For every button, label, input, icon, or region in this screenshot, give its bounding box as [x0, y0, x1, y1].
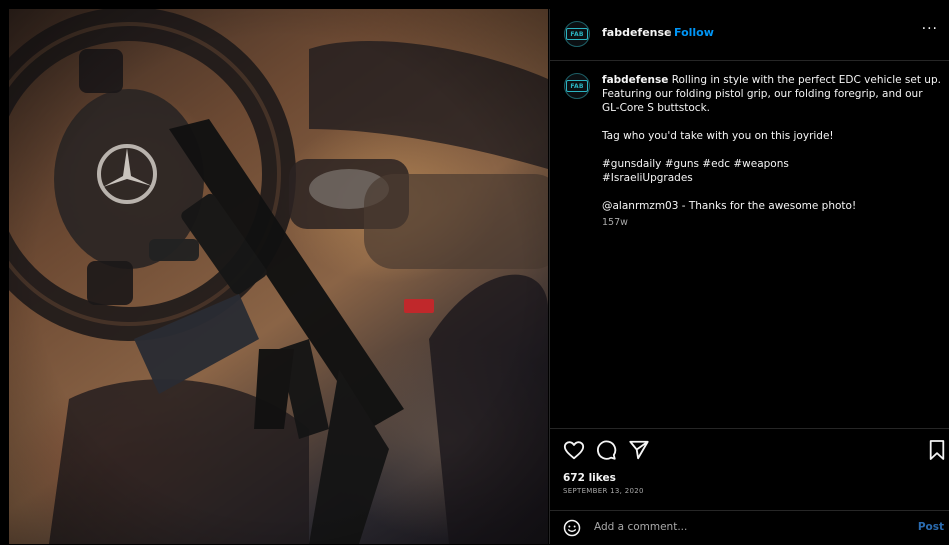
- share-icon[interactable]: [628, 439, 650, 465]
- post-photo[interactable]: [9, 9, 548, 544]
- post-comment-button[interactable]: Post: [918, 521, 944, 533]
- avatar[interactable]: FAB: [564, 21, 590, 47]
- caption-username[interactable]: fabdefense: [602, 74, 668, 86]
- post-dialog: FAB fabdefense • Follow ··· FAB fabdefen…: [0, 0, 949, 544]
- hashtags-line-2[interactable]: #IsraeliUpgrades: [602, 171, 942, 185]
- fab-logo: FAB: [566, 80, 588, 92]
- post-date[interactable]: SEPTEMBER 13, 2020: [563, 487, 644, 495]
- separator-dot: •: [666, 26, 673, 39]
- follow-button[interactable]: Follow: [674, 26, 714, 39]
- photo-credit: @alanrmzm03 - Thanks for the awesome pho…: [602, 200, 857, 212]
- bookmark-icon[interactable]: [928, 439, 946, 465]
- hashtags-line-1[interactable]: #gunsdaily #guns #edc #weapons: [602, 157, 942, 171]
- comment-box: Post: [550, 510, 949, 545]
- post-sidebar: FAB fabdefense • Follow ··· FAB fabdefen…: [549, 9, 949, 544]
- action-bar: [550, 428, 949, 477]
- comment-input[interactable]: [594, 521, 894, 533]
- caption-text: fabdefense Rolling in style with the per…: [602, 73, 942, 230]
- caption-line-2: Tag who you'd take with you on this joyr…: [602, 130, 834, 142]
- fab-logo: FAB: [566, 28, 588, 40]
- car-interior-illustration: [9, 9, 548, 544]
- caption-avatar[interactable]: FAB: [564, 73, 590, 99]
- comment-icon[interactable]: [595, 439, 617, 465]
- time-ago[interactable]: 157w: [602, 216, 942, 230]
- likes-count[interactable]: 672 likes: [563, 472, 616, 484]
- username-link[interactable]: fabdefense: [602, 26, 672, 39]
- post-header: FAB fabdefense • Follow ···: [550, 9, 949, 61]
- more-options-icon[interactable]: ···: [922, 21, 938, 37]
- emoji-icon[interactable]: [563, 519, 581, 541]
- heart-icon[interactable]: [563, 439, 585, 465]
